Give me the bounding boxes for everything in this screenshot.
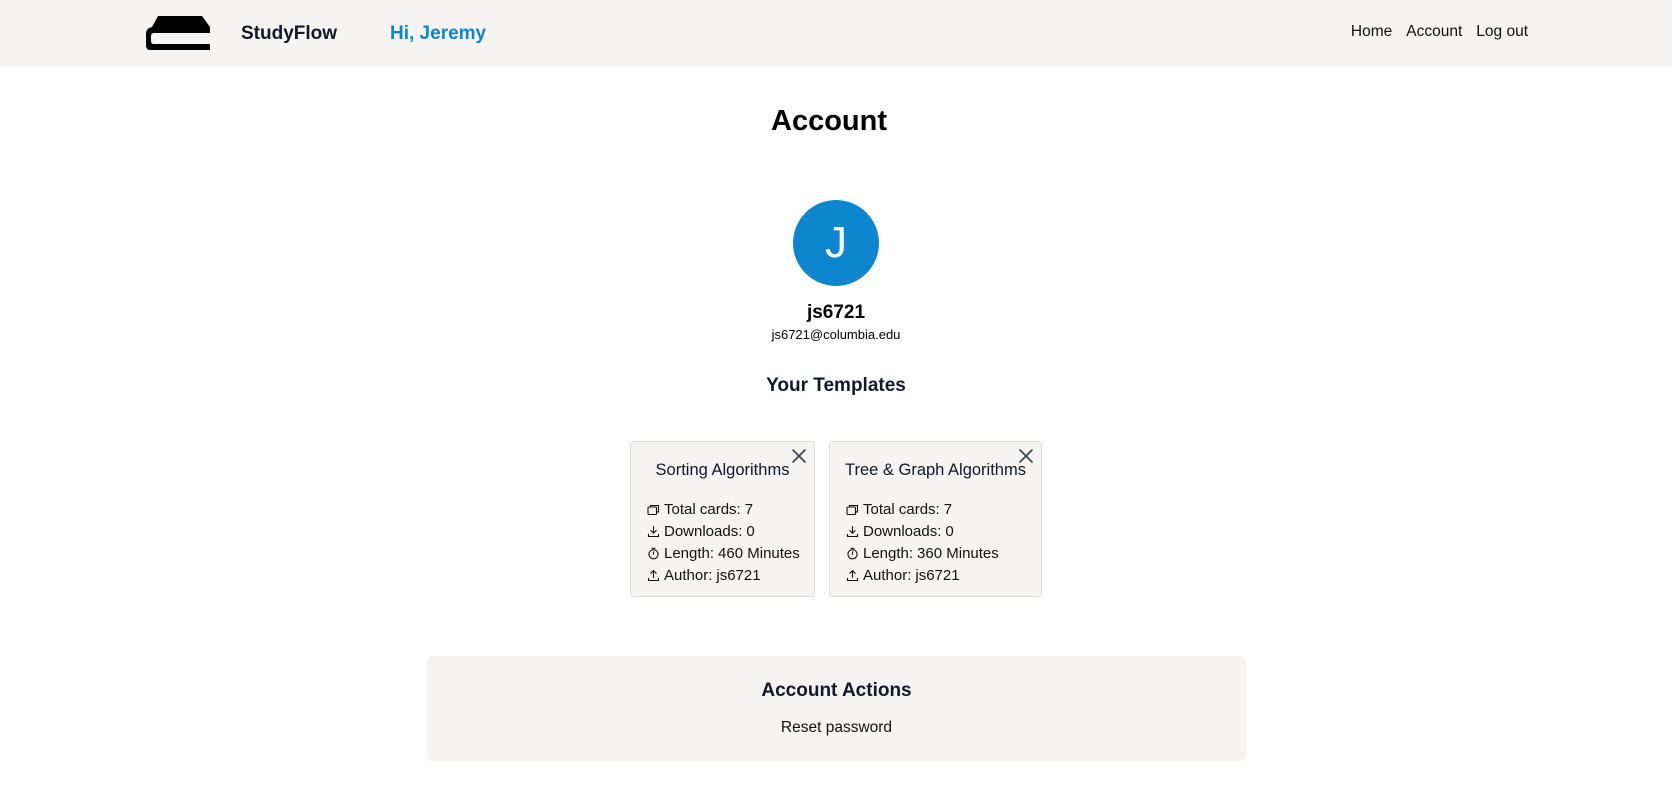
upload-icon [647,569,660,581]
stat-value: js6721 [716,566,761,584]
template-card-title: Tree & Graph Algorithms [845,461,1026,479]
stopwatch-icon [847,547,858,559]
stat-label: Downloads: [863,522,942,540]
stat-label: Length: [863,544,914,562]
profile-username: js6721 [806,302,866,323]
stat-value: 460 Minutes [718,544,800,562]
brand-name[interactable]: StudyFlow [241,23,337,45]
upload-icon [846,569,859,581]
template-card-title: Sorting Algorithms [655,461,790,479]
stat-total-cards: Total cards: 7 [647,498,800,520]
stat-length: Length: 360 Minutes [846,542,999,564]
stat-downloads: Downloads: 0 [846,520,999,542]
avatar: J [793,200,879,286]
stopwatch-icon [648,547,659,559]
stat-label: Length: [664,544,715,562]
reset-password-link[interactable]: Reset password [427,719,1246,737]
nav-account-link[interactable]: Account [1406,23,1462,41]
template-card-sorting[interactable]: Sorting Algorithms Total cards: 7 Downlo… [630,441,815,597]
page-title: Account [771,105,887,137]
stat-author: Author: js6721 [647,564,800,586]
cards-icon [647,504,660,515]
stat-value: 7 [744,500,754,518]
stat-label: Total cards: [664,500,741,518]
template-card-stats: Total cards: 7 Downloads: 0 Length: 360 … [846,498,999,586]
nav-logout-link[interactable]: Log out [1476,23,1528,41]
stat-value: 7 [943,500,953,518]
stat-label: Author: [863,566,912,584]
user-greeting: Hi, Jeremy [390,23,487,44]
template-card-tree-graph[interactable]: Tree & Graph Algorithms Total cards: 7 D… [829,441,1042,597]
template-card-stats: Total cards: 7 Downloads: 0 Length: 460 … [647,498,800,586]
templates-section-title: Your Templates [766,375,906,396]
logo-icon[interactable] [144,14,212,52]
cards-icon [846,504,859,515]
top-navbar: StudyFlow Hi, Jeremy Home Account Log ou… [0,0,1672,67]
stat-value: 0 [746,522,755,540]
download-icon [846,525,859,537]
stat-total-cards: Total cards: 7 [846,498,999,520]
stat-downloads: Downloads: 0 [647,520,800,542]
nav-home-link[interactable]: Home [1351,23,1392,41]
account-actions-title: Account Actions [761,680,912,701]
stat-label: Downloads: [664,522,743,540]
nav-links: Home Account Log out [1351,23,1528,41]
download-icon [647,525,660,537]
stat-value: 360 Minutes [917,544,999,562]
stat-label: Author: [664,566,713,584]
stat-value: js6721 [915,566,960,584]
stat-author: Author: js6721 [846,564,999,586]
account-actions-panel: Account Actions Reset password [427,656,1246,761]
stat-value: 0 [945,522,954,540]
stat-label: Total cards: [863,500,940,518]
stat-length: Length: 460 Minutes [647,542,800,564]
profile-email: js6721@columbia.edu [771,327,901,342]
